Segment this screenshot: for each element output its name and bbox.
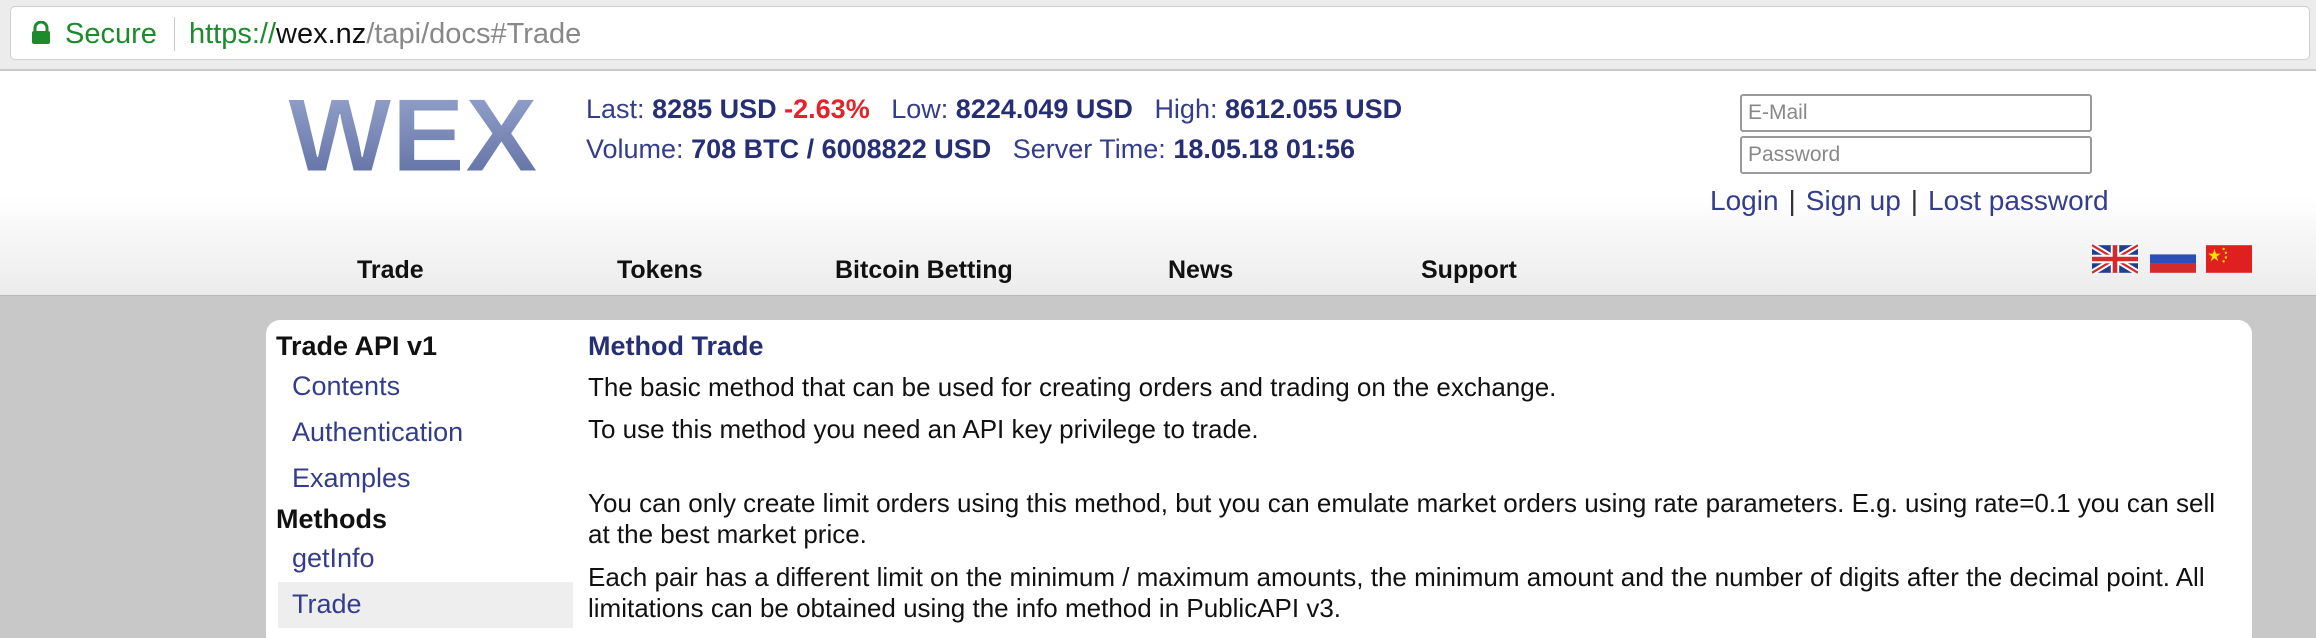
high-value: 8612.055 USD xyxy=(1224,94,1403,124)
low-value: 8224.049 USD xyxy=(955,94,1133,124)
lock-icon xyxy=(32,21,50,44)
nav-trade[interactable]: Trade xyxy=(357,256,424,285)
market-ticker: Last: 8285 USD -2.63% Low: 8224.049 USD … xyxy=(586,89,1402,169)
high-label: High: xyxy=(1154,94,1218,124)
link-separator: | xyxy=(1910,185,1919,216)
nav-news[interactable]: News xyxy=(1168,256,1233,285)
sidebar-item-getinfo[interactable]: getInfo xyxy=(292,543,375,574)
ticker-line-2: Volume: 708 BTC / 6008822 USD Server Tim… xyxy=(586,129,1402,169)
url-scheme: https:// xyxy=(189,18,277,50)
sidebar-section-title: Methods xyxy=(276,504,387,534)
low-label: Low: xyxy=(891,94,949,124)
last-label: Last: xyxy=(586,94,645,124)
auth-links: Login | Sign up | Lost password xyxy=(1710,185,2109,217)
address-bar[interactable]: Secure https://wex.nz/tapi/docs#Trade xyxy=(10,6,2310,60)
url-divider xyxy=(174,17,175,51)
wex-logo-text: WEX xyxy=(288,83,538,183)
sidebar-item-examples[interactable]: Examples xyxy=(292,463,411,494)
nav-tokens[interactable]: Tokens xyxy=(617,256,703,285)
login-link[interactable]: Login xyxy=(1710,185,1779,216)
ticker-line-1: Last: 8285 USD -2.63% Low: 8224.049 USD … xyxy=(586,89,1402,129)
price-change: -2.63% xyxy=(784,94,870,124)
signup-link[interactable]: Sign up xyxy=(1806,185,1901,216)
password-field[interactable] xyxy=(1740,136,2092,174)
russian-flag-icon[interactable] xyxy=(2150,241,2196,277)
nav-support[interactable]: Support xyxy=(1421,256,1517,285)
secure-label: Secure xyxy=(65,18,157,50)
server-time-value: 18.05.18 01:56 xyxy=(1173,134,1355,164)
link-separator: | xyxy=(1788,185,1796,216)
nav-bitcoin-betting[interactable]: Bitcoin Betting xyxy=(835,256,1013,285)
wex-logo[interactable]: WEX xyxy=(283,83,543,183)
server-time-label: Server Time: xyxy=(1012,134,1166,164)
volume-value: 708 BTC / 6008822 USD xyxy=(691,134,992,164)
sidebar-item-trade[interactable]: Trade xyxy=(292,589,362,620)
page-title: Method Trade xyxy=(588,331,764,361)
last-value: 8285 USD xyxy=(652,94,777,124)
paragraph: To use this method you need an API key p… xyxy=(588,414,1259,444)
lost-password-link[interactable]: Lost password xyxy=(1928,185,2109,216)
browser-toolbar: Secure https://wex.nz/tapi/docs#Trade xyxy=(0,0,2316,70)
url-host: wex.nz xyxy=(276,18,367,50)
sidebar-item-authentication[interactable]: Authentication xyxy=(292,417,463,448)
site-header: WEX Last: 8285 USD -2.63% Low: 8224.049 … xyxy=(0,71,2316,296)
paragraph: Each pair has a different limit on the m… xyxy=(588,562,2205,623)
paragraph: The basic method that can be used for cr… xyxy=(588,372,1557,402)
url-text[interactable]: https://wex.nz/tapi/docs#Trade xyxy=(189,18,581,51)
sidebar-section-title: Trade API v1 xyxy=(276,331,438,361)
paragraph: You can only create limit orders using t… xyxy=(588,488,2216,549)
volume-label: Volume: xyxy=(586,134,684,164)
email-field[interactable] xyxy=(1740,94,2092,132)
english-flag-icon[interactable] xyxy=(2092,241,2138,277)
url-path: /tapi/docs#Trade xyxy=(366,18,582,50)
sidebar-item-contents[interactable]: Contents xyxy=(292,371,400,402)
chinese-flag-icon[interactable] xyxy=(2206,241,2252,277)
